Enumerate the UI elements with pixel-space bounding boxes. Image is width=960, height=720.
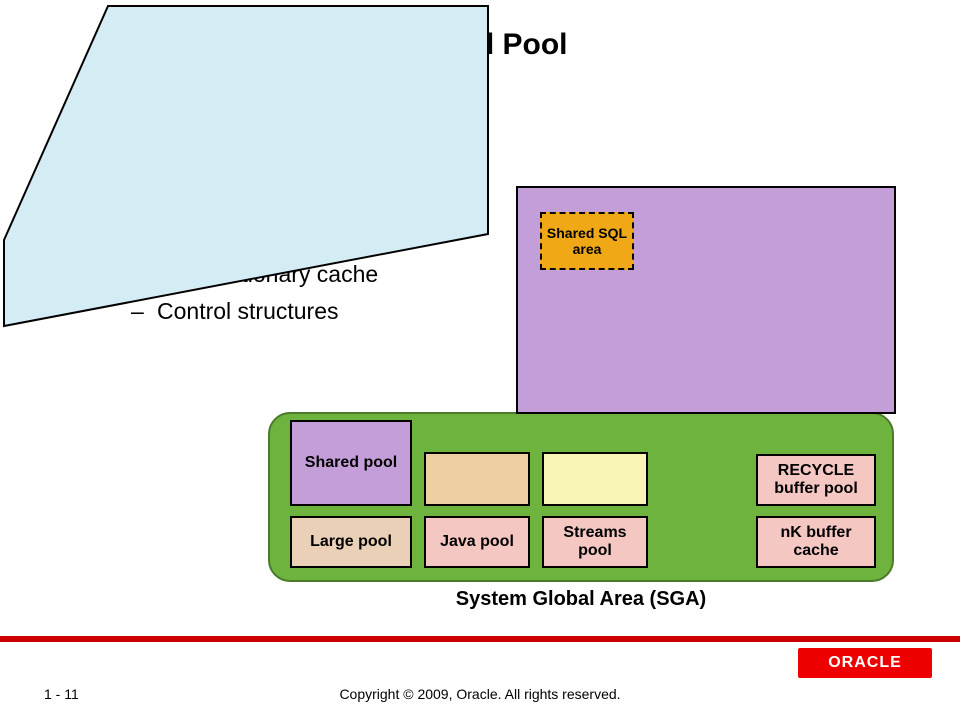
sga-shared-pool-box: Shared pool xyxy=(290,420,412,506)
sga-nk-buffer-box: nK buffer cache xyxy=(756,516,876,568)
sga-large-pool-box: Large pool xyxy=(290,516,412,568)
oracle-logo: ORACLE xyxy=(798,648,932,678)
sga-label: System Global Area (SGA) xyxy=(268,588,894,611)
sga-streams-pool-box: Streams pool xyxy=(542,516,648,568)
sga-box-hidden xyxy=(542,452,648,506)
sga-recycle-buffer-box: RECYCLE buffer pool xyxy=(756,454,876,506)
copyright-text: Copyright © 2009, Oracle. All rights res… xyxy=(0,686,960,702)
slide: Shared Pool Is a portion of the SGA Cont… xyxy=(0,0,960,720)
zoom-connector xyxy=(0,0,500,330)
shared-sql-area-box: Shared SQL area xyxy=(540,212,634,270)
footer-divider xyxy=(0,636,960,642)
sga-box-hidden xyxy=(424,452,530,506)
sga-java-pool-box: Java pool xyxy=(424,516,530,568)
